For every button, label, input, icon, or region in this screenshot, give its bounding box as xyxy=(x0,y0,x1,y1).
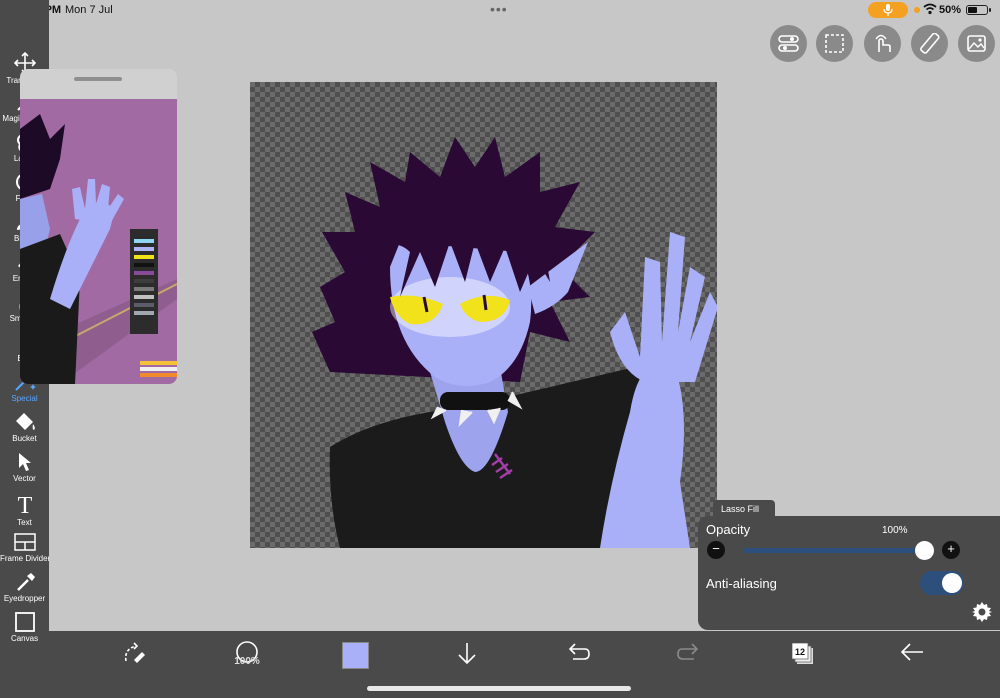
quick-menu-icon xyxy=(778,35,799,52)
antialiasing-toggle[interactable] xyxy=(920,571,964,595)
back-button[interactable] xyxy=(895,641,929,671)
redo-icon xyxy=(677,643,699,660)
import-button[interactable] xyxy=(450,641,484,671)
svg-text:T: T xyxy=(17,493,32,516)
modify-icon xyxy=(124,642,145,663)
lasso-fill-panel: Opacity 100% − + Anti-aliasing xyxy=(698,516,1000,630)
frame-divider-icon xyxy=(13,533,36,551)
wifi-icon xyxy=(923,3,937,15)
tool-label: Canvas xyxy=(10,634,39,643)
orange-dot-indicator xyxy=(914,7,920,13)
opacity-label: Opacity xyxy=(706,522,751,537)
character-artwork xyxy=(312,137,717,548)
quick-menu-button[interactable] xyxy=(770,25,807,62)
brush-size-button[interactable]: 100% xyxy=(230,641,264,671)
tool-vector[interactable]: Vector xyxy=(0,452,49,492)
tool-canvas[interactable]: Canvas xyxy=(0,612,49,652)
text-icon: T xyxy=(17,493,32,516)
current-color-swatch[interactable] xyxy=(342,642,369,669)
lasso-fill-tab: Lasso Fill xyxy=(713,500,775,517)
antialiasing-label: Anti-aliasing xyxy=(706,576,777,591)
tool-bucket[interactable]: Bucket xyxy=(0,412,49,452)
multitasking-dots[interactable]: ••• xyxy=(490,1,508,17)
battery-icon xyxy=(966,5,991,15)
tool-label: Frame Divider xyxy=(0,554,49,563)
canvas-icon xyxy=(14,612,35,632)
ruler-icon xyxy=(920,33,940,54)
redo-button[interactable] xyxy=(672,641,706,671)
microphone-indicator xyxy=(868,2,908,18)
drawing-canvas[interactable] xyxy=(250,82,717,548)
tool-frame-divider[interactable]: Frame Divider xyxy=(0,532,49,572)
home-indicator[interactable] xyxy=(367,686,631,691)
gear-icon[interactable] xyxy=(972,602,992,622)
status-date: Mon 7 Jul xyxy=(65,4,113,16)
reference-drag-handle[interactable] xyxy=(74,77,122,81)
reference-icon xyxy=(967,35,986,52)
battery-percentage: 50% xyxy=(939,4,962,16)
tool-text[interactable]: T Text xyxy=(0,492,49,532)
opacity-slider[interactable] xyxy=(744,541,934,560)
arrow-left-icon xyxy=(900,643,923,661)
opacity-increase-button[interactable]: + xyxy=(942,541,960,559)
gesture-button[interactable] xyxy=(864,25,901,62)
bottom-toolbar: 100% 12 xyxy=(49,631,1000,698)
tool-label: Text xyxy=(17,518,32,527)
toggle-knob xyxy=(942,573,962,593)
brush-size-value: 100% xyxy=(234,656,260,667)
layer-count: 12 xyxy=(794,647,805,657)
selection-button[interactable] xyxy=(816,25,853,62)
undo-icon xyxy=(568,643,590,660)
bucket-icon xyxy=(15,413,35,430)
modify-button[interactable] xyxy=(118,641,152,671)
opacity-slider-knob[interactable] xyxy=(915,541,934,560)
microphone-icon xyxy=(883,4,893,16)
eyedropper-icon xyxy=(16,573,35,591)
tool-eyedropper[interactable]: Eyedropper xyxy=(0,572,49,612)
reference-image xyxy=(20,99,177,384)
opacity-slider-fill xyxy=(744,548,924,553)
ruler-button[interactable] xyxy=(911,25,948,62)
gesture-icon xyxy=(875,34,891,52)
arrow-down-icon xyxy=(458,643,476,665)
tool-label: Eyedropper xyxy=(3,594,46,603)
tool-label: Bucket xyxy=(12,434,37,443)
selection-icon xyxy=(825,34,844,53)
tool-label: Vector xyxy=(13,474,36,483)
opacity-decrease-button[interactable]: − xyxy=(707,541,725,559)
undo-button[interactable] xyxy=(561,641,595,671)
status-bar: 11:08 PM Mon 7 Jul ••• 50% xyxy=(0,0,1000,20)
layers-button[interactable]: 12 xyxy=(792,643,814,665)
opacity-value: 100% xyxy=(882,525,908,536)
vector-icon xyxy=(18,453,31,471)
tool-label: Special xyxy=(11,394,38,403)
reference-button[interactable] xyxy=(958,25,995,62)
reference-window[interactable] xyxy=(20,69,177,384)
